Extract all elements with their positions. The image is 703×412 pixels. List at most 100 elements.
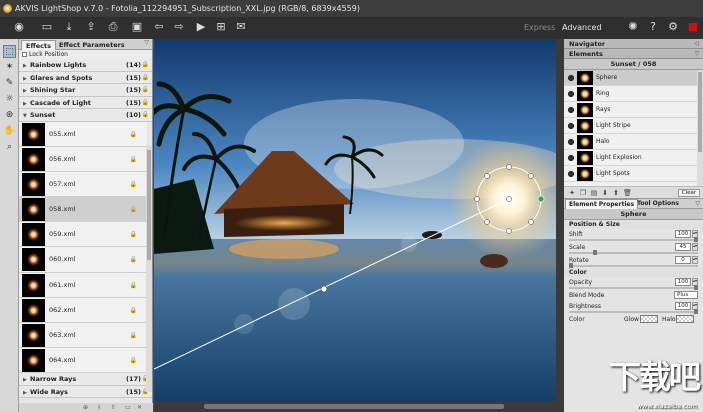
element-row-selected[interactable]: Sphere	[564, 70, 703, 86]
add-icon[interactable]: ⊕	[83, 404, 88, 411]
preset-item[interactable]: 055.xml 🔒	[19, 121, 147, 147]
print-icon[interactable]: ⎙	[106, 20, 120, 34]
tab-element-properties[interactable]: Element Properties	[565, 199, 639, 209]
element-row[interactable]: Light Spots	[564, 166, 703, 182]
element-row[interactable]: Ring	[564, 86, 703, 102]
preset-item-selected[interactable]: 058.xml 🔒	[19, 197, 147, 223]
tab-effects[interactable]: Effects	[21, 40, 56, 50]
add-element-icon[interactable]: ✦	[568, 189, 576, 197]
category-cascade-of-light[interactable]: ▶ Cascade of Light (15) 🔒	[19, 96, 152, 109]
category-glares-and-spots[interactable]: ▶ Glares and Spots (15) 🔒	[19, 71, 152, 84]
preset-item[interactable]: 060.xml 🔒	[19, 247, 147, 273]
visibility-toggle-icon[interactable]	[568, 155, 574, 161]
scrollbar-thumb[interactable]	[698, 72, 702, 152]
effects-scrollbar[interactable]	[146, 145, 152, 392]
duplicate-icon[interactable]: ❐	[579, 189, 587, 197]
glow-color-swatch[interactable]	[640, 315, 658, 323]
scale-stepper[interactable]: ▴▾	[692, 243, 698, 251]
move-up-icon[interactable]: ⬆	[612, 189, 620, 197]
canvas-vertical-scrollbar[interactable]	[556, 39, 564, 412]
lightbulb-icon[interactable]: ✺	[626, 20, 640, 34]
preset-item[interactable]: 057.xml 🔒	[19, 171, 147, 198]
preset-item[interactable]: 062.xml 🔒	[19, 297, 147, 323]
panel-menu-icon[interactable]: ▽	[695, 200, 700, 207]
category-narrow-rays[interactable]: ▶Narrow Rays(17)🔒	[19, 373, 152, 386]
element-row[interactable]: Rays	[564, 102, 703, 118]
elements-header[interactable]: Elements ▽	[564, 49, 703, 59]
settings-icon[interactable]: ✉	[234, 20, 248, 34]
visibility-toggle-icon[interactable]	[568, 75, 574, 81]
open-icon[interactable]: ▭	[40, 20, 54, 34]
tab-effect-parameters[interactable]: Effect Parameters	[55, 40, 129, 50]
image-canvas[interactable]	[154, 39, 556, 401]
shift-input[interactable]: 100	[675, 230, 691, 238]
share-icon[interactable]: ⊞	[214, 20, 228, 34]
folder-icon[interactable]: ▭	[125, 404, 131, 411]
export-icon[interactable]: ⇧	[111, 404, 116, 411]
slider-knob[interactable]	[569, 263, 573, 268]
scrollbar-thumb[interactable]	[204, 404, 504, 409]
fotolia-icon[interactable]: ▣	[130, 20, 144, 34]
close-icon[interactable]: ■	[686, 20, 700, 34]
run-icon[interactable]: ▶	[194, 20, 208, 34]
scrollbar-thumb[interactable]	[147, 150, 151, 260]
move-down-icon[interactable]: ⬇	[601, 189, 609, 197]
delete-icon[interactable]: ✕	[137, 404, 142, 411]
lock-position-row[interactable]: Lock Position	[19, 50, 152, 59]
stamp-tool-icon[interactable]: ⊛	[3, 109, 16, 122]
category-shining-star[interactable]: ▶ Shining Star (15) 🔒	[19, 84, 152, 97]
visibility-toggle-icon[interactable]	[568, 123, 574, 129]
gear-icon[interactable]: ⚙	[666, 20, 680, 34]
visibility-toggle-icon[interactable]	[568, 107, 574, 113]
category-rainbow-lights[interactable]: ▶ Rainbow Lights (14) 🔒	[19, 59, 152, 72]
opacity-slider[interactable]	[569, 285, 698, 290]
panel-menu-icon[interactable]: ▽	[144, 39, 149, 46]
element-row[interactable]: Light Explosion	[564, 150, 703, 166]
import-icon[interactable]: ⇩	[97, 404, 102, 411]
visibility-toggle-icon[interactable]	[568, 139, 574, 145]
zoom-tool-icon[interactable]: ⌕	[3, 141, 16, 154]
hand-tool-icon[interactable]: ✋	[3, 125, 16, 138]
scale-input[interactable]: 45	[675, 243, 691, 251]
elements-scrollbar[interactable]	[697, 70, 703, 186]
advanced-mode-button[interactable]: Advanced	[562, 23, 602, 32]
preset-item[interactable]: 056.xml 🔒	[19, 146, 147, 172]
brush-tool-icon[interactable]: ✎	[3, 77, 16, 90]
save-icon[interactable]: ⤓	[62, 20, 76, 34]
element-row[interactable]: Halo	[564, 134, 703, 150]
help-icon[interactable]: ?	[646, 20, 660, 34]
category-sunset[interactable]: ▼ Sunset (10) 🔒	[19, 109, 152, 122]
navigator-header[interactable]: Navigator ◁	[564, 39, 703, 49]
preset-item[interactable]: 059.xml 🔒	[19, 222, 147, 248]
upload-icon[interactable]: ⇪	[84, 20, 98, 34]
scale-slider[interactable]	[569, 250, 698, 255]
preset-item[interactable]: 063.xml 🔒	[19, 323, 147, 349]
light-tool-icon[interactable]: ☼	[3, 93, 16, 106]
back-icon[interactable]: ⇦	[152, 20, 166, 34]
forward-icon[interactable]: ⇨	[172, 20, 186, 34]
visibility-toggle-icon[interactable]	[568, 171, 574, 177]
brightness-input[interactable]: 100	[675, 302, 691, 310]
preset-item[interactable]: 061.xml 🔒	[19, 272, 147, 298]
canvas-horizontal-scrollbar[interactable]	[154, 401, 556, 412]
copy-icon[interactable]: ▤	[590, 189, 598, 197]
shift-slider[interactable]	[569, 237, 698, 242]
category-wide-rays[interactable]: ▶Wide Rays(15)🔒	[19, 385, 152, 399]
opacity-input[interactable]: 100	[675, 278, 691, 286]
clear-button[interactable]: Clear	[678, 189, 700, 197]
select-tool-icon[interactable]: ⬚	[3, 45, 16, 58]
brightness-slider[interactable]	[569, 309, 698, 314]
visibility-toggle-icon[interactable]	[568, 91, 574, 97]
magic-tool-icon[interactable]: ✶	[3, 61, 16, 74]
tab-tool-options[interactable]: Tool Options	[634, 199, 682, 209]
halo-color-swatch[interactable]	[676, 315, 694, 323]
rotate-slider[interactable]	[569, 263, 698, 268]
express-mode-button[interactable]: Express	[524, 23, 555, 32]
rotate-stepper[interactable]: ▴▾	[692, 256, 698, 264]
element-row[interactable]: Light Stripe	[564, 118, 703, 134]
lock-position-checkbox[interactable]	[22, 52, 27, 57]
blend-mode-select[interactable]: Plus	[674, 291, 698, 299]
rotate-input[interactable]: 0	[675, 256, 691, 264]
trash-icon[interactable]: 🗑	[623, 189, 632, 197]
preset-item[interactable]: 064.xml 🔒	[19, 348, 147, 374]
